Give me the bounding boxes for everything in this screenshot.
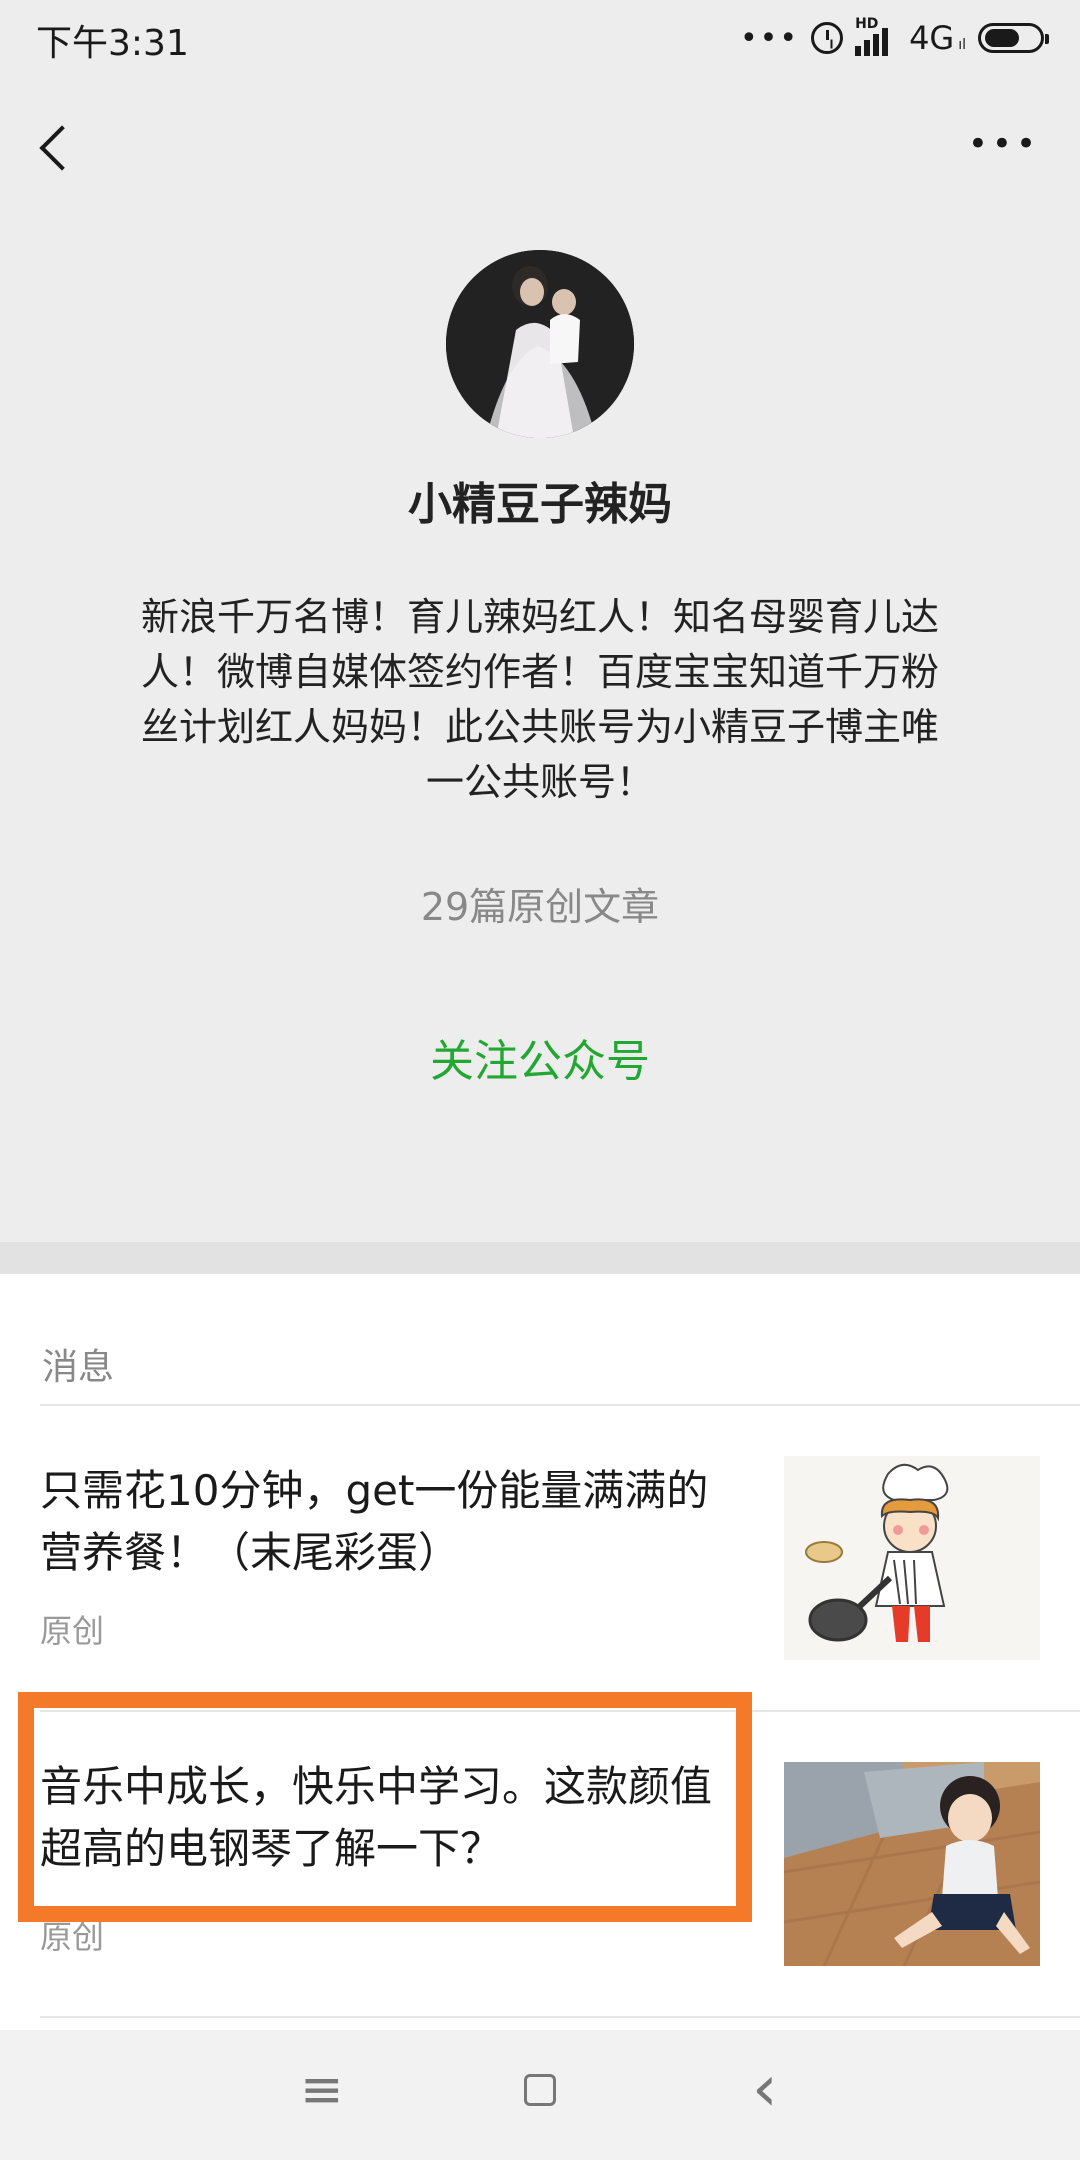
section-divider [0, 1242, 1080, 1274]
divider [40, 2016, 1080, 2018]
battery-icon [978, 23, 1049, 53]
back-button[interactable] [30, 108, 90, 188]
network-activity-icon: ıl [958, 37, 966, 53]
signal-icon: HD [855, 16, 897, 58]
list-item[interactable]: 只需花10分钟，get一份能量满满的营养餐！（末尾彩蛋） 原创 [0, 1406, 1080, 1712]
notification-dots-icon: ••• [739, 20, 800, 56]
message-title: 只需花10分钟，get一份能量满满的营养餐！（末尾彩蛋） [40, 1466, 709, 1577]
original-tag: 原创 [40, 1612, 105, 1650]
more-options-button[interactable]: ••• [968, 124, 1040, 164]
girl-photo-thumbnail-icon [784, 1762, 1040, 1966]
article-count[interactable]: 29篇原创文章 [0, 876, 1080, 931]
avatar[interactable] [446, 250, 634, 438]
section-title: 消息 [42, 1347, 115, 1388]
profile-header: ••• 小精豆子辣妈 新浪千万名博！育儿辣妈红人！知名母婴育儿达人！微博自媒体签… [0, 80, 1080, 1242]
status-time: 下午3:31 [36, 23, 189, 64]
menu-icon[interactable]: ≡ [300, 2060, 344, 2120]
highlight-box [18, 1692, 752, 1922]
avatar-photo-icon [446, 250, 634, 438]
profile-name: 小精豆子辣妈 [408, 479, 672, 530]
chef-girl-thumbnail-icon [784, 1456, 1040, 1660]
profile-bio: 新浪千万名博！育儿辣妈红人！知名母婴育儿达人！微博自媒体签约作者！百度宝宝知道千… [140, 595, 939, 804]
status-bar: 下午3:31 ••• HD 4G ıl [0, 0, 1080, 80]
alarm-icon [811, 22, 844, 54]
home-icon[interactable] [524, 2074, 556, 2106]
network-type: 4G [909, 19, 955, 57]
signal-bars-icon [855, 28, 889, 56]
status-icons: ••• HD 4G ıl [739, 14, 1049, 62]
system-nav-bar: ≡ ‹ [0, 2030, 1080, 2160]
back-icon[interactable]: ‹ [752, 2052, 778, 2126]
follow-button[interactable]: 关注公众号 [0, 1025, 1080, 1089]
